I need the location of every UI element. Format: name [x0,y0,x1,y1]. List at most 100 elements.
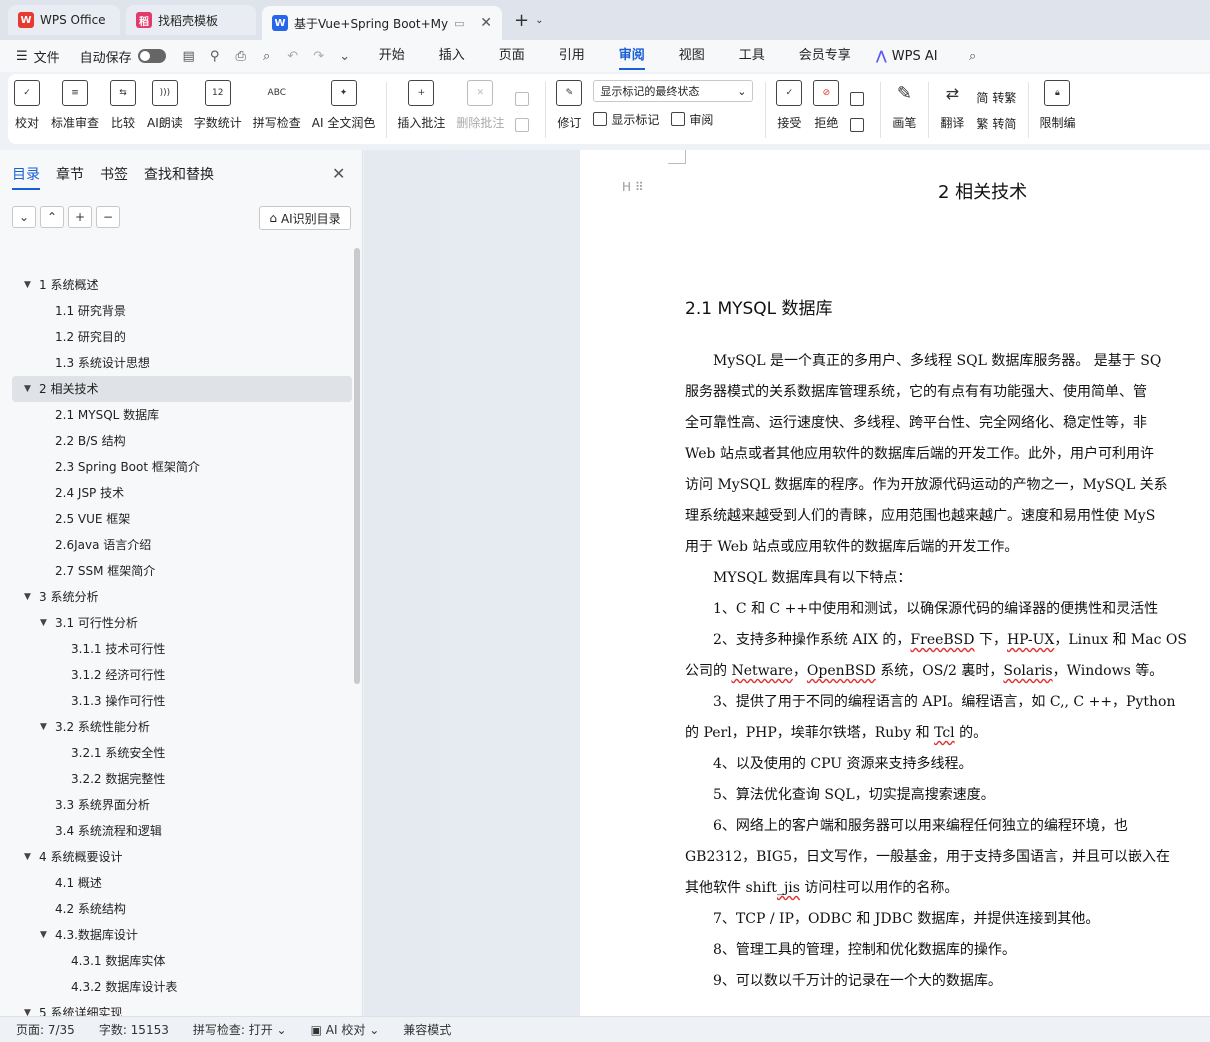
toc-item[interactable]: 3.1.2 经济可行性 [12,662,352,688]
toc-item[interactable]: ▼ 2 相关技术 [12,376,352,402]
delete-comment-button[interactable]: ✕ 删除批注 [456,80,504,131]
undo-icon[interactable]: ↶ [284,49,302,64]
tab-wps-office[interactable]: W WPS Office [8,5,120,35]
insert-comment-button[interactable]: + 插入批注 [397,80,445,131]
toc-item[interactable]: 3.2.1 系统安全性 [12,740,352,766]
nav-tab-toc[interactable]: 目录 [12,164,40,190]
wps-ai-button[interactable]: ⋀ WPS AI [876,49,938,64]
print-icon[interactable]: ⎙ [232,49,250,64]
compare-button[interactable]: ⇆ 比较 [110,80,137,131]
toc-item[interactable]: 4.1 概述 [12,870,352,896]
toc-item[interactable]: ▼ 3.1 可行性分析 [12,610,352,636]
toc-item[interactable]: 3.1.3 操作可行性 [12,688,352,714]
expand-arrow-icon[interactable]: ▼ [40,922,47,948]
share-icon[interactable]: ⚲ [206,49,224,64]
toc-item[interactable]: 2.5 VUE 框架 [12,506,352,532]
toc-item[interactable]: 2.4 JSP 技术 [12,480,352,506]
to-traditional-button[interactable]: 简转繁 [976,84,1016,110]
menu-tab-references[interactable]: 引用 [559,40,585,72]
restrict-edit-button[interactable]: 🔒︎ 限制编 [1039,80,1075,131]
nav-tab-bookmarks[interactable]: 书签 [100,164,128,190]
toc-item[interactable]: ▼ 4 系统概要设计 [12,844,352,870]
nav-tab-find-replace[interactable]: 查找和替换 [144,164,214,190]
new-tab-button[interactable]: + [514,10,529,31]
redo-icon[interactable]: ↷ [310,49,328,64]
toc-item[interactable]: 3.1.1 技术可行性 [12,636,352,662]
translate-button[interactable]: ⇄ 翻译 [939,80,965,131]
toc-item[interactable]: ▼ 1 系统概述 [12,272,352,298]
toc-item[interactable]: 4.3.2 数据库设计表 [12,974,352,1000]
file-menu[interactable]: ☰ 文件 [16,47,60,66]
pen-button[interactable]: ✎ 画笔 [891,80,917,131]
markup-state-select[interactable]: 显示标记的最终状态 ⌄ [593,80,754,102]
proofread-button[interactable]: ✓ 校对 [14,80,40,131]
collapse-all-icon[interactable]: ⌃ [40,206,64,228]
toc-item[interactable]: 1.3 系统设计思想 [12,350,352,376]
expand-arrow-icon[interactable]: ▼ [24,272,31,298]
toc-item[interactable]: 1.2 研究目的 [12,324,352,350]
expand-arrow-icon[interactable]: ▼ [24,844,31,870]
ai-polish-button[interactable]: ✦ AI 全文润色 [312,80,375,131]
toc-item[interactable]: 4.2 系统结构 [12,896,352,922]
tab-document[interactable]: W 基于Vue+Spring Boot+My ▭ ✕ [262,6,502,40]
menu-tab-home[interactable]: 开始 [379,40,405,72]
toc-item[interactable]: ▼ 4.3.数据库设计 [12,922,352,948]
to-simplified-button[interactable]: 繁转简 [976,110,1016,136]
previous-comment-icon[interactable] [515,86,533,112]
toggle-switch-icon[interactable] [137,49,166,63]
tab-list-chevron-icon[interactable]: ⌄ [535,15,543,26]
autosave-toggle[interactable]: 自动保存 [80,47,166,66]
expand-all-icon[interactable]: ⌄ [12,206,36,228]
menu-tab-review[interactable]: 审阅 [618,40,645,72]
menu-tab-view[interactable]: 视图 [679,40,705,72]
word-count-button[interactable]: 12 字数统计 [194,80,242,131]
toc-item[interactable]: 3.2.2 数据完整性 [12,766,352,792]
search-icon[interactable]: ⌕ [964,49,982,64]
expand-arrow-icon[interactable]: ▼ [40,610,47,636]
print-preview-icon[interactable]: ⌕ [258,49,276,64]
menu-tab-insert[interactable]: 插入 [439,40,465,72]
previous-change-icon[interactable] [850,86,868,112]
add-heading-icon[interactable]: + [68,206,92,228]
toc-item[interactable]: ▼ 3.2 系统性能分析 [12,714,352,740]
remove-heading-icon[interactable]: − [96,206,120,228]
toc-item[interactable]: 4.3.1 数据库实体 [12,948,352,974]
spell-check-toggle[interactable]: 拼写检查: 打开 ⌄ [193,1021,287,1038]
toc-item[interactable]: 2.3 Spring Boot 框架简介 [12,454,352,480]
reject-button[interactable]: ⊘ 拒绝 [813,80,840,131]
ai-check-button[interactable]: ▣ AI 校对 ⌄ [311,1021,380,1038]
toc-item[interactable]: 2.2 B/S 结构 [12,428,352,454]
toc-item[interactable]: 2.7 SSM 框架简介 [12,558,352,584]
nav-tab-chapters[interactable]: 章节 [56,164,84,190]
next-comment-icon[interactable] [515,112,533,138]
show-markup-button[interactable]: 显示标记 [593,106,659,132]
expand-arrow-icon[interactable]: ▼ [40,714,47,740]
menu-tab-member[interactable]: 会员专享 [799,40,851,72]
page-indicator[interactable]: 页面: 7/35 [16,1021,75,1038]
toc-item[interactable]: ▼ 3 系统分析 [12,584,352,610]
close-tab-icon[interactable]: ✕ [480,15,492,31]
word-count-indicator[interactable]: 字数: 15153 [99,1021,169,1038]
quick-access-chevron-icon[interactable]: ⌄ [336,49,354,64]
standard-review-button[interactable]: ≡ 标准审查 [51,80,99,131]
toc-item[interactable]: 2.6Java 语言介绍 [12,532,352,558]
save-icon[interactable]: ▤ [180,49,198,64]
toc-item[interactable]: 3.3 系统界面分析 [12,792,352,818]
menu-tab-tools[interactable]: 工具 [739,40,765,72]
toc-item[interactable]: 1.1 研究背景 [12,298,352,324]
ai-read-button[interactable]: ))) AI朗读 [147,80,183,131]
toc-scrollbar[interactable] [354,248,360,684]
next-change-icon[interactable] [850,112,868,138]
tab-templates[interactable]: 稻 找稻壳模板 [126,5,256,35]
review-pane-button[interactable]: 审阅 [671,106,713,132]
document-page[interactable]: H ⠿ 2 相关技术 2.1 MYSQL 数据库 MySQL 是一个真正的多用户… [580,150,1210,1016]
close-pane-icon[interactable]: ✕ [332,164,345,183]
accept-button[interactable]: ✓ 接受 [776,80,803,131]
track-changes-button[interactable]: ✎ 修订 [556,80,583,131]
expand-arrow-icon[interactable]: ▼ [24,376,31,402]
spell-check-button[interactable]: ABC 拼写检查 [253,80,301,131]
heading-handle-icon[interactable]: H ⠿ [622,180,644,194]
menu-tab-page[interactable]: 页面 [499,40,525,72]
toc-item[interactable]: 2.1 MYSQL 数据库 [12,402,352,428]
toc-item[interactable]: 3.4 系统流程和逻辑 [12,818,352,844]
